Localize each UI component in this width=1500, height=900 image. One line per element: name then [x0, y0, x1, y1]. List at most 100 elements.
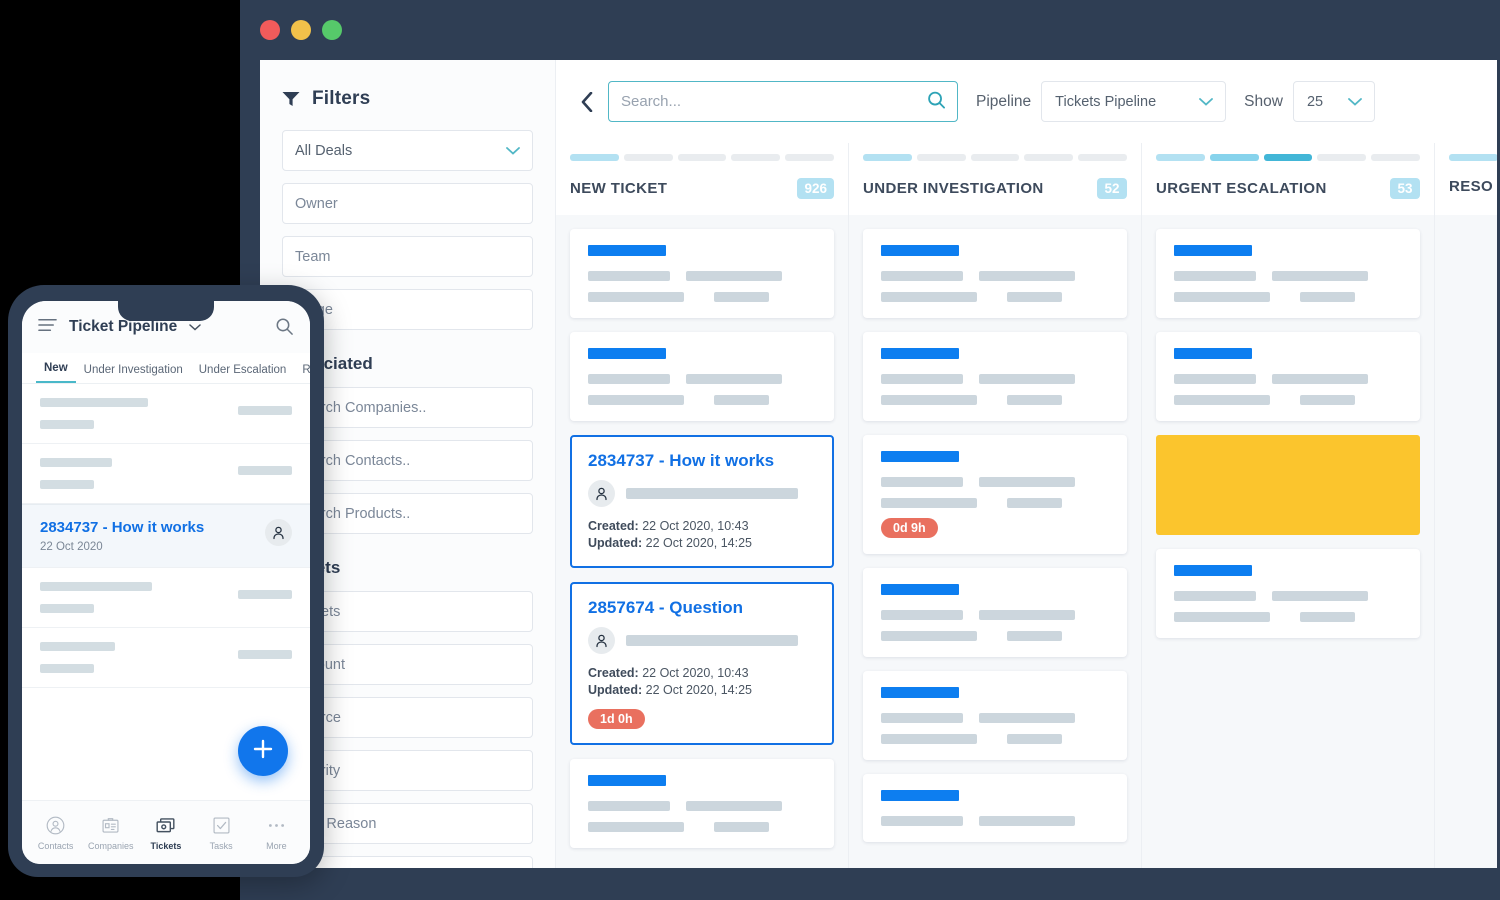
- nav-item-more[interactable]: More: [250, 815, 302, 851]
- list-item-selected-ticket[interactable]: 2834737 - How it works 22 Oct 2020: [22, 504, 310, 568]
- filter-all-deals[interactable]: All Deals: [282, 130, 533, 171]
- ticket-card-skeleton[interactable]: [863, 229, 1127, 318]
- nav-label-companies: Companies: [88, 840, 134, 851]
- column-count-badge: 53: [1390, 178, 1420, 199]
- progress-segment: [677, 154, 727, 161]
- avatar: [588, 480, 615, 507]
- filter-owner-label: Owner: [295, 195, 338, 212]
- column-urgent-escalation: URGENT ESCALATION 53: [1142, 143, 1435, 868]
- column-cards[interactable]: 2834737 - How it works Created: 22 Oct 2…: [556, 215, 848, 868]
- ticket-card-skeleton[interactable]: [863, 671, 1127, 760]
- column-cards[interactable]: [1435, 215, 1497, 868]
- show-count-select[interactable]: 25: [1292, 81, 1375, 122]
- ticket-card-skeleton[interactable]: [570, 229, 834, 318]
- list-item[interactable]: [22, 568, 310, 628]
- ticket-card-skeleton[interactable]: [1156, 229, 1420, 318]
- nav-item-companies[interactable]: Companies: [85, 815, 137, 851]
- column-title: UNDER INVESTIGATION: [863, 180, 1044, 197]
- ticket-card-skeleton[interactable]: [863, 568, 1127, 657]
- ticket-updated-row: Updated: 22 Oct 2020, 14:25: [588, 535, 818, 552]
- filter-all-deals-label: All Deals: [295, 142, 353, 159]
- ticket-card-skeleton[interactable]: [1156, 332, 1420, 421]
- progress-segment: [1449, 154, 1497, 161]
- sla-badge: 0d 9h: [881, 518, 938, 538]
- device-notch: [118, 301, 214, 321]
- nav-item-tickets[interactable]: Tickets: [140, 815, 192, 851]
- tab-new[interactable]: New: [36, 362, 76, 383]
- card-title-placeholder: [881, 245, 959, 256]
- chevron-down-icon: [506, 143, 520, 159]
- mobile-tabs: New Under Investigation Under Escalation…: [22, 353, 310, 384]
- column-header: RESO: [1435, 143, 1497, 215]
- nav-item-contacts[interactable]: Contacts: [30, 815, 82, 851]
- filter-owner[interactable]: Owner: [282, 183, 533, 224]
- search-icon[interactable]: [275, 317, 294, 341]
- column-header: UNDER INVESTIGATION 52: [849, 143, 1141, 215]
- column-cards[interactable]: 0d 9h: [849, 215, 1141, 868]
- card-title-placeholder: [1174, 565, 1252, 576]
- ticket-card-question[interactable]: 2857674 - Question Created: 22 Oct 2020,…: [570, 582, 834, 745]
- list-item[interactable]: [22, 628, 310, 688]
- ticket-created-row: Created: 22 Oct 2020, 10:43: [588, 518, 818, 535]
- search-icon[interactable]: [927, 90, 946, 113]
- progress-segment: [623, 154, 673, 161]
- ticket-card-skeleton[interactable]: [863, 332, 1127, 421]
- add-ticket-fab[interactable]: [238, 726, 288, 776]
- column-count-badge: 926: [797, 178, 834, 199]
- nav-item-tasks[interactable]: Tasks: [195, 815, 247, 851]
- card-title-placeholder: [881, 348, 959, 359]
- created-value: 22 Oct 2020, 10:43: [642, 519, 749, 533]
- list-item[interactable]: [22, 444, 310, 504]
- progress-segment: [970, 154, 1020, 161]
- progress-segment: [1024, 154, 1074, 161]
- tab-resolved[interactable]: Resolv: [294, 364, 310, 383]
- show-label: Show: [1244, 92, 1283, 110]
- tab-under-investigation[interactable]: Under Investigation: [76, 364, 191, 383]
- assignee-name-placeholder: [626, 488, 798, 499]
- close-window-button[interactable]: [260, 20, 280, 40]
- column-cards[interactable]: [1142, 215, 1434, 868]
- maximize-window-button[interactable]: [322, 20, 342, 40]
- chevron-left-icon[interactable]: [570, 91, 604, 112]
- updated-label: Updated:: [588, 683, 643, 697]
- ticket-card-skeleton[interactable]: [570, 332, 834, 421]
- progress-segment: [1156, 154, 1205, 161]
- mobile-bottom-nav: Contacts Companies Tickets Tasks More: [22, 800, 310, 864]
- column-title: URGENT ESCALATION: [1156, 180, 1327, 197]
- pipeline-select[interactable]: Tickets Pipeline: [1041, 81, 1227, 122]
- ticket-card-skeleton[interactable]: [570, 759, 834, 848]
- created-label: Created:: [588, 666, 639, 680]
- more-icon: [268, 823, 284, 827]
- ticket-card-investigation-sla[interactable]: 0d 9h: [863, 435, 1127, 554]
- filter-team[interactable]: Team: [282, 236, 533, 277]
- card-drop-placeholder[interactable]: [1156, 435, 1420, 535]
- tasks-icon: [213, 816, 230, 834]
- column-under-investigation: UNDER INVESTIGATION 52 0d 9h: [849, 143, 1142, 868]
- nav-label-contacts: Contacts: [37, 840, 74, 851]
- minimize-window-button[interactable]: [291, 20, 311, 40]
- list-item[interactable]: [22, 384, 310, 444]
- card-title-placeholder: [881, 687, 959, 698]
- hamburger-icon[interactable]: [38, 318, 57, 337]
- progress-segment: [731, 154, 781, 161]
- card-title-placeholder: [881, 790, 959, 801]
- assignee-name-placeholder: [626, 635, 798, 646]
- progress-segment: [916, 154, 966, 161]
- card-title-placeholder: [881, 584, 959, 595]
- nav-label-more: More: [266, 840, 287, 851]
- search-input[interactable]: Search...: [608, 81, 958, 122]
- ticket-card-skeleton[interactable]: [863, 774, 1127, 842]
- chevron-down-icon: [1199, 94, 1214, 110]
- ticket-card-skeleton[interactable]: [1156, 549, 1420, 638]
- card-title-placeholder: [588, 348, 666, 359]
- board-columns: NEW TICKET 926 2834737 - How it works Cr…: [556, 143, 1497, 868]
- card-title-placeholder: [588, 775, 666, 786]
- pipeline-select-value: Tickets Pipeline: [1055, 93, 1157, 110]
- column-progress: [1156, 143, 1420, 161]
- tab-under-escalation[interactable]: Under Escalation: [191, 364, 295, 383]
- ticket-title: 2857674 - Question: [588, 598, 743, 617]
- column-count-badge: 52: [1097, 178, 1127, 199]
- column-title: NEW TICKET: [570, 180, 668, 197]
- ticket-card-how-it-works[interactable]: 2834737 - How it works Created: 22 Oct 2…: [570, 435, 834, 568]
- card-title-placeholder: [1174, 245, 1252, 256]
